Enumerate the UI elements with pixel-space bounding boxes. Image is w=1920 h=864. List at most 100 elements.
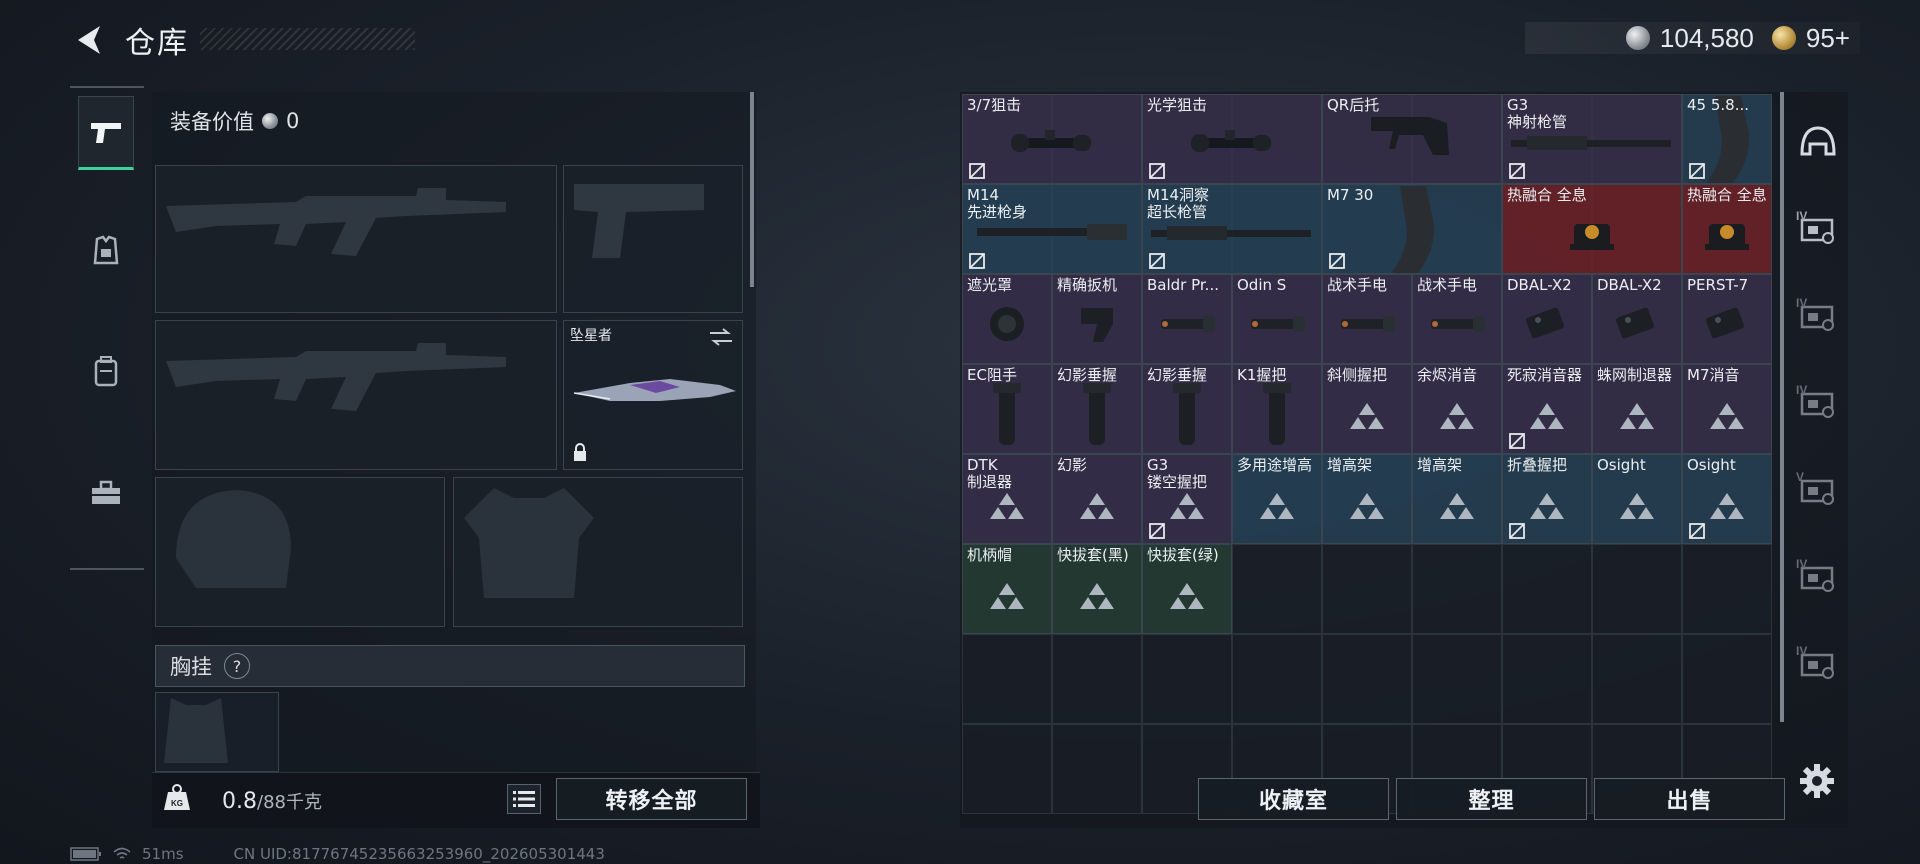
inventory-item[interactable]: DBAL-X2 <box>1502 274 1592 364</box>
warehouse-grid: 3/7狙击 光学狙击 QR后托 G3 神射枪管 45 5.8... M14 先进枪身 M14… <box>962 94 1774 814</box>
warehouse-scrollbar[interactable] <box>1780 92 1784 722</box>
helmet-slot[interactable] <box>155 477 445 627</box>
inventory-item[interactable]: 死寂消音器 <box>1502 364 1592 454</box>
inventory-item[interactable]: Baldr Pr... <box>1142 274 1232 364</box>
empty-grid-cell[interactable] <box>1322 544 1412 634</box>
inventory-item[interactable]: EC阻手 <box>962 364 1052 454</box>
inventory-item[interactable]: 斜侧握把 <box>1322 364 1412 454</box>
tab-backpack[interactable] <box>78 334 134 408</box>
inventory-item[interactable]: 3/7狙击 <box>962 94 1142 184</box>
laser-icon <box>1702 304 1752 348</box>
empty-grid-cell[interactable] <box>1142 634 1232 724</box>
list-view-button[interactable] <box>507 784 541 814</box>
inventory-item[interactable]: 幻影垂握 <box>1052 364 1142 454</box>
inventory-item[interactable]: M7 30 <box>1322 184 1502 274</box>
inventory-item[interactable]: 遮光罩 <box>962 274 1052 364</box>
back-arrow-icon[interactable] <box>70 20 110 60</box>
inventory-item[interactable]: 快拔套(黑) <box>1052 544 1142 634</box>
category-tab[interactable]: IV <box>1790 375 1846 435</box>
no-trade-icon <box>1148 252 1166 270</box>
placeholder-triangle-icon <box>1707 401 1747 431</box>
inventory-item[interactable]: Osight <box>1682 454 1772 544</box>
placeholder-triangle-icon <box>1347 491 1387 521</box>
settings-gear-icon[interactable] <box>1798 762 1836 800</box>
equipment-scrollbar[interactable] <box>750 92 754 287</box>
tab-armor[interactable] <box>78 214 134 288</box>
empty-grid-cell[interactable] <box>1682 634 1772 724</box>
inventory-item[interactable]: 增高架 <box>1412 454 1502 544</box>
inventory-item[interactable]: 幻影垂握 <box>1142 364 1232 454</box>
inventory-item[interactable]: 多用途增高 <box>1232 454 1322 544</box>
inventory-item[interactable]: DTK 制退器 <box>962 454 1052 544</box>
inventory-item[interactable]: 快拔套(绿) <box>1142 544 1232 634</box>
inventory-item[interactable]: DBAL-X2 <box>1592 274 1682 364</box>
pistol-slot[interactable] <box>563 165 743 313</box>
inventory-item[interactable]: QR后托 <box>1322 94 1502 184</box>
current-weight: 0.8 <box>222 789 257 814</box>
ping: 51ms <box>142 845 184 863</box>
body-armor-slot[interactable] <box>453 477 743 627</box>
inventory-item[interactable]: 蛛网制退器 <box>1592 364 1682 454</box>
gold-amount[interactable]: 95+ <box>1806 23 1850 54</box>
category-tab[interactable] <box>1790 114 1846 174</box>
inventory-item[interactable]: 战术手电 <box>1322 274 1412 364</box>
item-name: 死寂消音器 <box>1507 366 1583 384</box>
empty-grid-cell[interactable] <box>1232 544 1322 634</box>
inventory-item[interactable]: 光学狙击 <box>1142 94 1322 184</box>
inventory-item[interactable]: 折叠握把 <box>1502 454 1592 544</box>
empty-grid-cell[interactable] <box>1682 544 1772 634</box>
help-icon[interactable]: ? <box>224 653 250 679</box>
transfer-all-button[interactable]: 转移全部 <box>556 778 747 820</box>
swap-icon[interactable] <box>708 327 734 347</box>
inventory-item[interactable]: 45 5.8... <box>1682 94 1772 184</box>
inventory-item[interactable]: G3 镂空握把 <box>1142 454 1232 544</box>
collection-room-button[interactable]: 收藏室 <box>1198 778 1389 820</box>
tab-toolbox[interactable] <box>78 456 134 530</box>
item-name: 蛛网制退器 <box>1597 366 1673 384</box>
empty-grid-cell[interactable] <box>1412 634 1502 724</box>
inventory-item[interactable]: 幻影 <box>1052 454 1142 544</box>
inventory-item[interactable]: 余烬消音 <box>1412 364 1502 454</box>
inventory-item[interactable]: M14 先进枪身 <box>962 184 1142 274</box>
empty-grid-cell[interactable] <box>1052 724 1142 814</box>
empty-grid-cell[interactable] <box>1412 544 1502 634</box>
empty-grid-cell[interactable] <box>1232 634 1322 724</box>
inventory-item[interactable]: G3 神射枪管 <box>1502 94 1682 184</box>
chest-rig-slot[interactable] <box>155 692 279 772</box>
empty-grid-cell[interactable] <box>1592 634 1682 724</box>
empty-grid-cell[interactable] <box>1592 544 1682 634</box>
secondary-weapon-slot[interactable] <box>155 320 557 470</box>
category-tab[interactable]: IV <box>1790 288 1846 348</box>
inventory-item[interactable]: Odin S <box>1232 274 1322 364</box>
sell-button[interactable]: 出售 <box>1594 778 1785 820</box>
inventory-item[interactable]: M7消音 <box>1682 364 1772 454</box>
inventory-item[interactable]: 热融合 全息 <box>1682 184 1772 274</box>
empty-grid-cell[interactable] <box>1502 544 1592 634</box>
category-tab[interactable]: IV <box>1790 201 1846 261</box>
melee-slot[interactable]: 坠星者 <box>563 320 743 470</box>
primary-weapon-slot[interactable] <box>155 165 557 313</box>
empty-grid-cell[interactable] <box>1052 634 1142 724</box>
inventory-item[interactable]: K1握把 <box>1232 364 1322 454</box>
category-tab[interactable]: IV <box>1790 549 1846 609</box>
tab-weapons[interactable] <box>78 96 134 170</box>
empty-grid-cell[interactable] <box>962 724 1052 814</box>
rifle-silhouette-icon <box>166 188 506 256</box>
scope-icon <box>1009 124 1095 168</box>
empty-grid-cell[interactable] <box>1502 634 1592 724</box>
category-tab[interactable]: IV <box>1790 636 1846 696</box>
inventory-item[interactable]: Osight <box>1592 454 1682 544</box>
inventory-item[interactable]: 机柄帽 <box>962 544 1052 634</box>
organize-button[interactable]: 整理 <box>1396 778 1587 820</box>
inventory-item[interactable]: M14洞察 超长枪管 <box>1142 184 1322 274</box>
empty-grid-cell[interactable] <box>1322 634 1412 724</box>
user-uid: CN UID:81776745235663253960_202605301443 <box>233 845 605 863</box>
empty-grid-cell[interactable] <box>962 634 1052 724</box>
pistol-silhouette-icon <box>574 184 704 258</box>
category-tab[interactable]: V <box>1790 462 1846 522</box>
inventory-item[interactable]: 精确扳机 <box>1052 274 1142 364</box>
inventory-item[interactable]: 热融合 全息 <box>1502 184 1682 274</box>
inventory-item[interactable]: PERST-7 <box>1682 274 1772 364</box>
inventory-item[interactable]: 战术手电 <box>1412 274 1502 364</box>
inventory-item[interactable]: 增高架 <box>1322 454 1412 544</box>
